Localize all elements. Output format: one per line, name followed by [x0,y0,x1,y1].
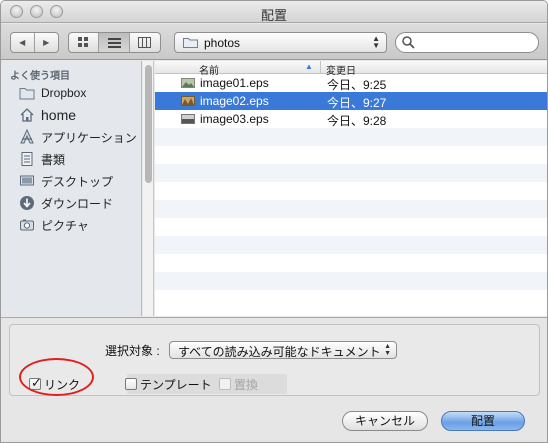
list-icon [107,37,121,48]
empty-row [155,128,547,146]
applications-icon [20,129,34,144]
file-row[interactable]: image01.eps 今日、9:25 [155,74,547,92]
dropbox-folder-icon [19,88,35,100]
location-popup[interactable]: photos ▲ ▼ [174,32,387,53]
sidebar-item-label: Dropbox [41,86,87,100]
back-forward-control: ◀ ▶ [10,32,59,53]
sidebar-item-dropbox[interactable]: Dropbox [19,83,139,103]
empty-row [155,254,547,272]
popup-arrows-icon: ▲ ▼ [372,34,380,50]
column-view-button[interactable] [130,33,160,52]
popup-arrows-icon: ▲ ▼ [384,343,391,357]
sidebar-item-label: home [41,107,77,123]
file-name: image02.eps [200,94,269,108]
sidebar-item-desktop[interactable]: デスクトップ [19,171,139,191]
empty-row [155,218,547,236]
sidebar-item-label: 書類 [41,152,66,167]
folder-icon [183,38,198,48]
annotation-circle [19,358,94,396]
filter-select[interactable]: すべての読み込み可能なドキュメント ▲ ▼ [169,341,397,359]
forward-button[interactable]: ▶ [35,33,58,52]
checkbox-box[interactable] [125,378,137,390]
desktop-icon [20,175,34,186]
sort-ascending-icon: ▲ [305,62,313,71]
sidebar-item-applications[interactable]: アプリケーション [19,127,139,147]
column-separator [320,61,321,74]
replace-checkbox: 置換 [219,376,258,392]
sidebar-item-home[interactable]: home [19,105,139,125]
search-icon [402,36,415,49]
sidebar: よく使う項目 Dropbox home アプリケーション 書類 デスクトップ ダ… [1,61,142,316]
replace-checkbox-label: 置換 [234,377,259,392]
icon-view-button[interactable] [69,33,100,52]
cancel-button[interactable]: キャンセル [342,411,428,431]
empty-row [155,236,547,254]
eps-thumbnail-icon [181,114,195,124]
toolbar: ◀ ▶ photos ▲ ▼ [1,24,547,60]
file-date: 今日、9:28 [327,114,387,128]
file-list: 名前 ▲ 変更日 image01.eps 今日、9:25 image02.eps… [155,61,547,316]
sidebar-item-documents[interactable]: 書類 [19,149,139,169]
pictures-icon [20,219,34,231]
empty-row [155,146,547,164]
template-checkbox-label: テンプレート [140,377,212,392]
eps-thumbnail-icon [181,96,195,106]
file-row-selected[interactable]: image02.eps 今日、9:27 [155,92,547,110]
sidebar-heading: よく使う項目 [10,71,70,82]
sidebar-item-label: デスクトップ [41,174,114,189]
empty-row [155,290,547,308]
back-button[interactable]: ◀ [11,33,35,52]
place-dialog-window: 配置 ◀ ▶ photos ▲ ▼ よく使う項目 Dropbox home アプ… [0,0,548,443]
empty-row [155,164,547,182]
view-mode-control [68,32,161,53]
list-view-button[interactable] [99,33,130,52]
file-name: image03.eps [200,112,269,126]
file-date: 今日、9:25 [327,78,387,92]
window-title: 配置 [260,8,287,23]
home-icon [20,108,34,122]
filter-label: 選択対象 : [105,344,160,358]
sidebar-item-downloads[interactable]: ダウンロード [19,193,139,213]
grid-icon [78,37,89,47]
empty-row [155,182,547,200]
columns-icon [138,37,152,48]
file-list-header: 名前 ▲ 変更日 [155,61,547,77]
sidebar-item-label: ダウンロード [41,196,114,211]
title-bar: 配置 [1,1,547,23]
search-field[interactable] [395,32,539,53]
sidebar-item-label: ピクチャ [41,218,89,233]
file-row[interactable]: image03.eps 今日、9:28 [155,110,547,128]
template-checkbox[interactable]: テンプレート [125,376,212,392]
downloads-icon [20,196,34,210]
documents-icon [21,152,33,166]
file-date: 今日、9:27 [327,96,387,110]
file-name: image01.eps [200,76,269,90]
eps-thumbnail-icon [181,78,195,88]
sidebar-scrollbar[interactable] [143,61,154,316]
sidebar-item-pictures[interactable]: ピクチャ [19,215,139,235]
scrollbar-thumb[interactable] [145,65,152,183]
place-button[interactable]: 配置 [441,411,525,431]
filter-select-value: すべての読み込み可能なドキュメント [178,345,381,359]
sidebar-item-label: アプリケーション [41,130,137,145]
checkbox-box [219,378,231,390]
empty-row [155,200,547,218]
location-popup-label: photos [204,36,241,50]
empty-row [155,272,547,290]
